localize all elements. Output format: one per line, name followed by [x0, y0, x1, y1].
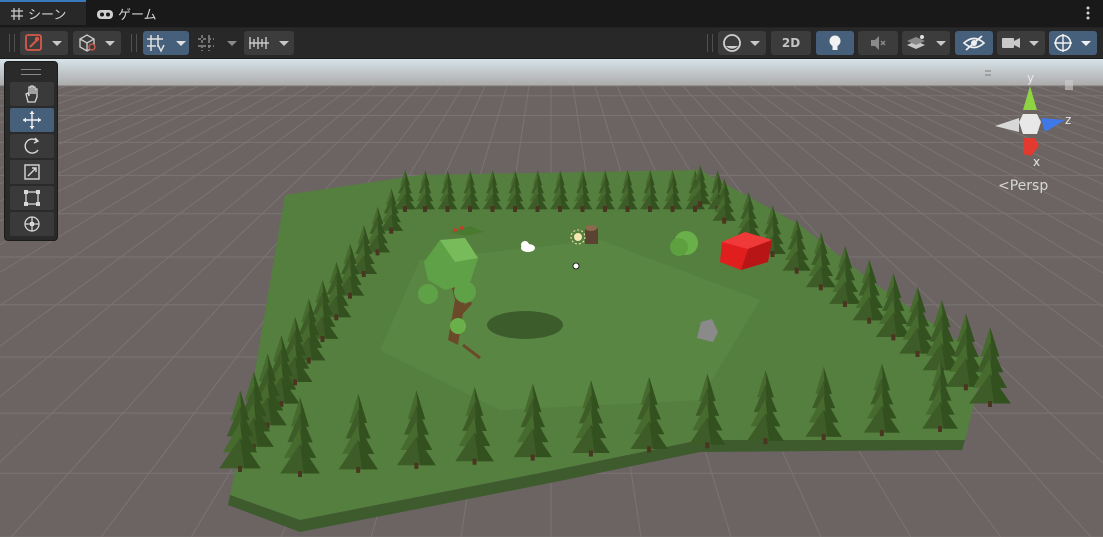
- draw-mode-icon: [25, 34, 62, 51]
- toolbar-separator: [131, 34, 137, 52]
- lock-icon[interactable]: [1065, 80, 1073, 90]
- effects-button[interactable]: [902, 31, 950, 55]
- ruler-button[interactable]: [244, 31, 294, 55]
- tools-grip[interactable]: [21, 69, 41, 75]
- gizmo-z-axis[interactable]: [1041, 118, 1065, 132]
- gizmo-grip: [985, 70, 991, 76]
- audio-toggle-button[interactable]: [858, 31, 898, 55]
- unity-scene-window: シーン ゲーム 2D y z x <Persp: [0, 0, 1103, 537]
- audio-source-icon[interactable]: [572, 262, 580, 270]
- camera-button[interactable]: [997, 31, 1045, 55]
- grid-icon: [10, 7, 24, 21]
- hand-tool-button[interactable]: [10, 82, 54, 106]
- scale-tool-button[interactable]: [10, 160, 54, 184]
- tab-scene-label: シーン: [28, 8, 67, 23]
- projection-label: Persp: [1009, 178, 1049, 194]
- scene-viewport[interactable]: [0, 59, 1103, 537]
- 2d-toggle-button[interactable]: 2D: [771, 31, 811, 55]
- globe-icon: [1054, 34, 1091, 52]
- move-arrows-icon: [23, 111, 41, 129]
- grid-snap-icon: [147, 35, 186, 53]
- increment-snap-button[interactable]: [194, 31, 240, 55]
- rotate-tool-button[interactable]: [10, 134, 54, 158]
- shading-mode-button[interactable]: [718, 31, 766, 55]
- gizmos-button[interactable]: [1049, 31, 1097, 55]
- skybox-horizon: [0, 59, 1103, 89]
- projection-toggle[interactable]: <Persp: [998, 178, 1048, 194]
- tab-game[interactable]: ゲーム: [96, 0, 176, 27]
- rect-tool-button[interactable]: [10, 186, 54, 210]
- render-mode-button[interactable]: [73, 31, 121, 55]
- gizmo-x-axis[interactable]: [1023, 138, 1039, 156]
- rect-transform-icon: [24, 190, 40, 206]
- scale-icon: [24, 164, 40, 180]
- more-options-icon[interactable]: [1085, 5, 1091, 21]
- gizmo-z-label: z: [1065, 113, 1071, 127]
- tab-game-label: ゲーム: [118, 8, 157, 23]
- camera-icon: [1002, 38, 1039, 48]
- eye-slash-icon: [962, 35, 986, 51]
- hand-icon: [25, 85, 38, 103]
- speaker-icon: [871, 36, 886, 50]
- transform-tool-button[interactable]: [10, 212, 54, 236]
- gamepad-icon: [96, 7, 114, 21]
- chevron-left-icon: <: [998, 178, 1010, 194]
- rotate-icon: [24, 137, 40, 154]
- toolbar-grip: [9, 34, 15, 52]
- tools-overlay: [4, 61, 58, 241]
- tree-stump[interactable]: [585, 225, 598, 244]
- lightbulb-icon: [829, 35, 841, 50]
- toolbar-separator: [707, 34, 713, 52]
- gizmo-negative-x-axis[interactable]: [995, 118, 1019, 132]
- tab-scene[interactable]: シーン: [0, 0, 86, 25]
- cube-icon: [79, 34, 115, 52]
- visibility-toggle-button[interactable]: [955, 31, 993, 55]
- layers-icon: [907, 35, 946, 49]
- lighting-toggle-button[interactable]: [816, 31, 854, 55]
- ruler-icon: [249, 37, 289, 49]
- draw-mode-button[interactable]: [20, 31, 68, 55]
- transform-icon: [24, 216, 40, 232]
- gizmo-center-cube[interactable]: [1019, 114, 1041, 134]
- scene-toolbar: 2D: [0, 28, 1103, 59]
- snap-icon: [198, 35, 237, 51]
- sphere-icon: [723, 34, 760, 52]
- move-tool-button[interactable]: [10, 108, 54, 132]
- gizmo-x-label: x: [1033, 155, 1040, 169]
- tab-bar: シーン ゲーム: [0, 0, 1103, 28]
- grid-snap-button[interactable]: [143, 31, 189, 55]
- gizmo-y-axis[interactable]: [1023, 86, 1037, 110]
- tree-shadow: [487, 311, 563, 339]
- gizmo-y-label: y: [1027, 71, 1034, 85]
